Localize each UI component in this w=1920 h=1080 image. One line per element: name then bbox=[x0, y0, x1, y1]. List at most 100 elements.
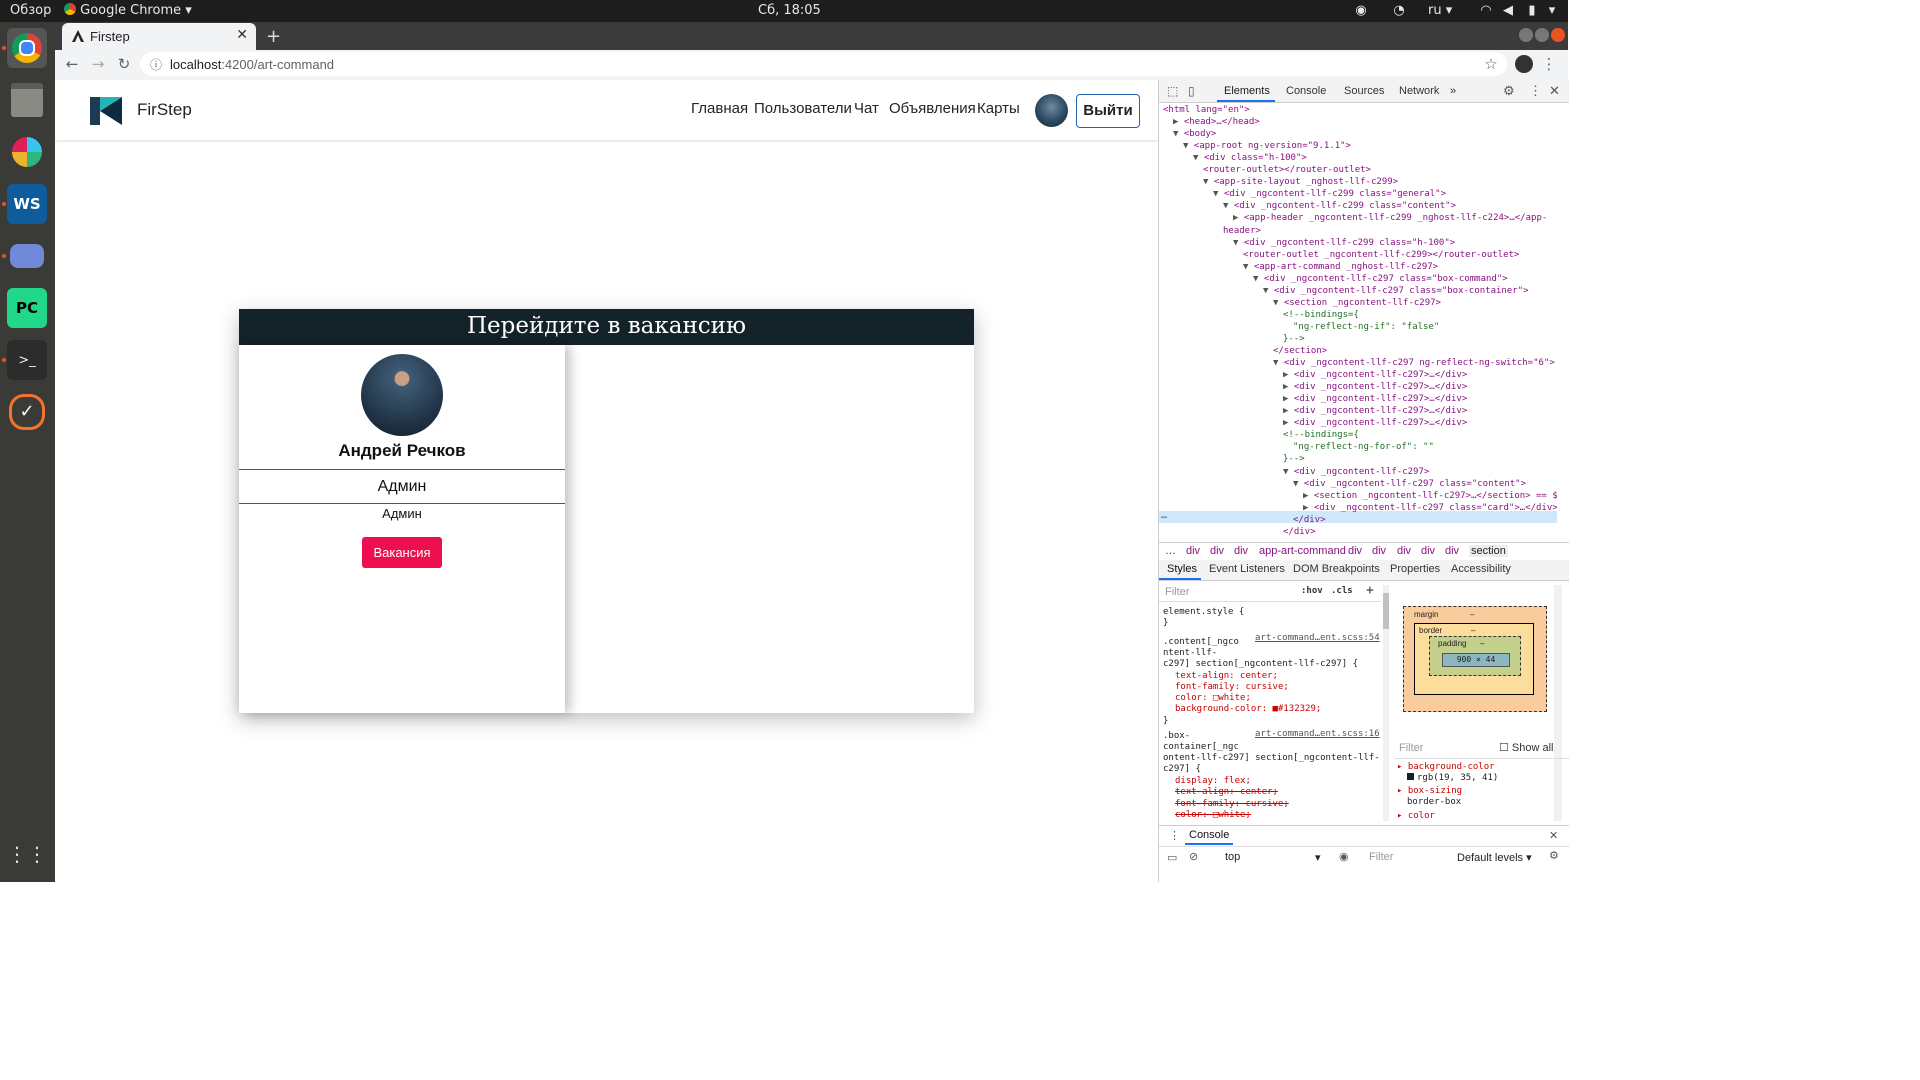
user-avatar[interactable] bbox=[1035, 94, 1068, 127]
slack-dock-icon[interactable] bbox=[7, 132, 47, 172]
brand-name[interactable]: FirStep bbox=[137, 100, 192, 120]
tab-properties[interactable]: Properties bbox=[1390, 563, 1440, 575]
chrome-menu-icon[interactable]: ⋮ bbox=[1540, 55, 1558, 73]
expand-triangle-icon[interactable]: ▼ bbox=[1273, 358, 1284, 368]
expand-triangle-icon[interactable]: ▼ bbox=[1213, 189, 1224, 199]
app-menu[interactable]: Google Chrome ▾ bbox=[64, 3, 192, 18]
styles-filter-input[interactable]: Filter bbox=[1165, 586, 1189, 598]
dom-line[interactable]: header> bbox=[1223, 225, 1261, 237]
dom-line[interactable]: ▼ <body> bbox=[1173, 128, 1216, 140]
tab-styles[interactable]: Styles bbox=[1167, 563, 1197, 575]
webstorm-dock-icon[interactable]: WS bbox=[7, 184, 47, 224]
expand-triangle-icon[interactable]: ▶ bbox=[1303, 503, 1314, 513]
css-selector-line[interactable]: element.style { bbox=[1163, 607, 1244, 617]
css-selector-line[interactable]: ntent-llf- bbox=[1163, 648, 1217, 658]
new-rule-icon[interactable]: + bbox=[1366, 583, 1374, 598]
reload-icon[interactable]: ↻ bbox=[115, 55, 133, 73]
power-menu-icon[interactable]: ▾ bbox=[1544, 3, 1560, 19]
breadcrumb-item[interactable]: div bbox=[1348, 545, 1362, 557]
tab-console[interactable]: Console bbox=[1286, 85, 1326, 97]
expand-triangle-icon[interactable]: ▼ bbox=[1173, 129, 1184, 139]
css-declaration[interactable]: color: □white; bbox=[1175, 810, 1251, 820]
close-devtools-icon[interactable]: ✕ bbox=[1549, 83, 1560, 99]
expand-triangle-icon[interactable]: ▼ bbox=[1203, 177, 1214, 187]
nav-ads[interactable]: Объявления bbox=[889, 100, 976, 117]
css-declaration[interactable]: background-color: ■#132329; bbox=[1175, 704, 1321, 714]
language-indicator[interactable]: ru ▾ bbox=[1428, 3, 1452, 18]
logout-button[interactable]: Выйти bbox=[1076, 94, 1140, 128]
rule-source-link[interactable]: art-command…ent.scss:54 bbox=[1255, 633, 1380, 643]
files-dock-icon[interactable] bbox=[7, 80, 47, 120]
expand-triangle-icon[interactable]: ▼ bbox=[1283, 467, 1294, 477]
forward-icon[interactable]: → bbox=[89, 55, 107, 73]
dom-line[interactable]: ▶ <section _ngcontent-llf-c297>…</sectio… bbox=[1303, 490, 1557, 502]
console-sidebar-icon[interactable]: ▭ bbox=[1167, 851, 1177, 864]
tab-dom-breakpoints[interactable]: DOM Breakpoints bbox=[1293, 563, 1380, 575]
nav-users[interactable]: Пользователи bbox=[754, 100, 852, 117]
css-selector-line[interactable]: } bbox=[1163, 618, 1168, 628]
address-bar[interactable]: ⓘ localhost:4200/art-command bbox=[140, 52, 1507, 76]
breadcrumb-item[interactable]: app-art-command bbox=[1259, 545, 1346, 557]
console-drawer-tab[interactable]: Console bbox=[1189, 829, 1229, 841]
expand-triangle-icon[interactable]: ▼ bbox=[1273, 298, 1284, 308]
breadcrumb-current[interactable]: section bbox=[1469, 545, 1508, 557]
dom-line[interactable]: ▶ <div _ngcontent-llf-c297>…</div> bbox=[1283, 369, 1467, 381]
dom-line[interactable]: <router-outlet _ngcontent-llf-c299></rou… bbox=[1243, 249, 1519, 261]
dom-line[interactable]: ▶ <div _ngcontent-llf-c297>…</div> bbox=[1283, 417, 1467, 429]
breadcrumb-item[interactable]: div bbox=[1210, 545, 1224, 557]
close-window-icon[interactable] bbox=[1551, 28, 1565, 42]
expand-triangle-icon[interactable]: ▼ bbox=[1293, 479, 1304, 489]
css-selector-line[interactable]: .box- bbox=[1163, 731, 1190, 741]
dom-line[interactable]: }--> bbox=[1283, 333, 1305, 345]
browser-tab[interactable]: Firstep ✕ bbox=[62, 23, 256, 50]
expand-triangle-icon[interactable]: ▼ bbox=[1183, 141, 1194, 151]
log-levels-select[interactable]: Default levels ▾ bbox=[1457, 851, 1532, 864]
show-applications-icon[interactable]: ⋮⋮ bbox=[7, 834, 47, 874]
dom-line[interactable]: ▶ <div _ngcontent-llf-c297 class="card">… bbox=[1303, 502, 1557, 514]
chrome-dock-icon[interactable] bbox=[7, 28, 47, 68]
clock[interactable]: Сб, 18:05 bbox=[758, 3, 821, 18]
nav-maps[interactable]: Карты bbox=[977, 100, 1020, 117]
vacancy-button[interactable]: Вакансия bbox=[362, 537, 442, 568]
node-menu-icon[interactable]: … bbox=[1161, 510, 1167, 521]
activities-button[interactable]: Обзор bbox=[10, 3, 51, 18]
css-declaration[interactable]: font-family: cursive; bbox=[1175, 799, 1289, 809]
discord-tray-icon[interactable]: ◉ bbox=[1353, 3, 1369, 19]
drawer-menu-icon[interactable]: ⋮ bbox=[1169, 829, 1180, 842]
css-selector-line[interactable]: } bbox=[1163, 716, 1168, 726]
close-drawer-icon[interactable]: ✕ bbox=[1549, 829, 1558, 842]
dom-line[interactable]: "ng-reflect-ng-if": "false" bbox=[1293, 321, 1439, 333]
tab-event-listeners[interactable]: Event Listeners bbox=[1209, 563, 1285, 575]
css-declaration[interactable]: color: □white; bbox=[1175, 693, 1251, 703]
url-text[interactable]: localhost:4200/art-command bbox=[170, 57, 334, 72]
tab-sources[interactable]: Sources bbox=[1344, 85, 1384, 97]
expand-triangle-icon[interactable]: ▶ bbox=[1303, 491, 1314, 501]
computed-prop[interactable]: ▸ box-sizing bbox=[1397, 786, 1462, 796]
expand-triangle-icon[interactable]: ▶ bbox=[1283, 406, 1294, 416]
new-tab-button[interactable]: + bbox=[266, 26, 281, 47]
dom-line[interactable]: ▶ <div _ngcontent-llf-c297>…</div> bbox=[1283, 393, 1467, 405]
show-all-checkbox[interactable]: ☐ Show all bbox=[1499, 741, 1554, 754]
profile-avatar[interactable] bbox=[1515, 55, 1533, 73]
expand-triangle-icon[interactable]: ▼ bbox=[1223, 201, 1234, 211]
expand-triangle-icon[interactable]: ▶ bbox=[1233, 213, 1244, 223]
close-tab-icon[interactable]: ✕ bbox=[236, 27, 248, 43]
rule-source-link[interactable]: art-command…ent.scss:16 bbox=[1255, 729, 1380, 739]
context-selector[interactable]: top ▾ bbox=[1225, 851, 1321, 864]
tab-accessibility[interactable]: Accessibility bbox=[1451, 563, 1511, 575]
breadcrumb-item[interactable]: div bbox=[1234, 545, 1248, 557]
dom-line[interactable]: ▼ <section _ngcontent-llf-c297> bbox=[1273, 297, 1441, 309]
console-settings-gear-icon[interactable]: ⚙ bbox=[1549, 849, 1559, 862]
devtools-menu-icon[interactable]: ⋮ bbox=[1529, 83, 1542, 99]
settings-gear-icon[interactable]: ⚙ bbox=[1503, 83, 1515, 99]
info-icon[interactable]: ⓘ bbox=[150, 56, 162, 73]
firstep-logo-icon[interactable] bbox=[90, 97, 122, 125]
dom-line[interactable]: ▶ <div _ngcontent-llf-c297>…</div> bbox=[1283, 381, 1467, 393]
dom-line[interactable]: ▶ <app-header _ngcontent-llf-c299 _nghos… bbox=[1233, 212, 1547, 224]
expand-triangle-icon[interactable]: ▼ bbox=[1233, 238, 1244, 248]
dom-line[interactable]: ▼ <app-root ng-version="9.1.1"> bbox=[1183, 140, 1351, 152]
computed-prop[interactable]: ▸ color bbox=[1397, 811, 1435, 821]
dom-line[interactable]: ▼ <div _ngcontent-llf-c297> bbox=[1283, 466, 1429, 478]
dom-line[interactable]: </section> bbox=[1273, 345, 1327, 357]
dom-line[interactable]: ▼ <div _ngcontent-llf-c297 ng-reflect-ng… bbox=[1273, 357, 1555, 369]
